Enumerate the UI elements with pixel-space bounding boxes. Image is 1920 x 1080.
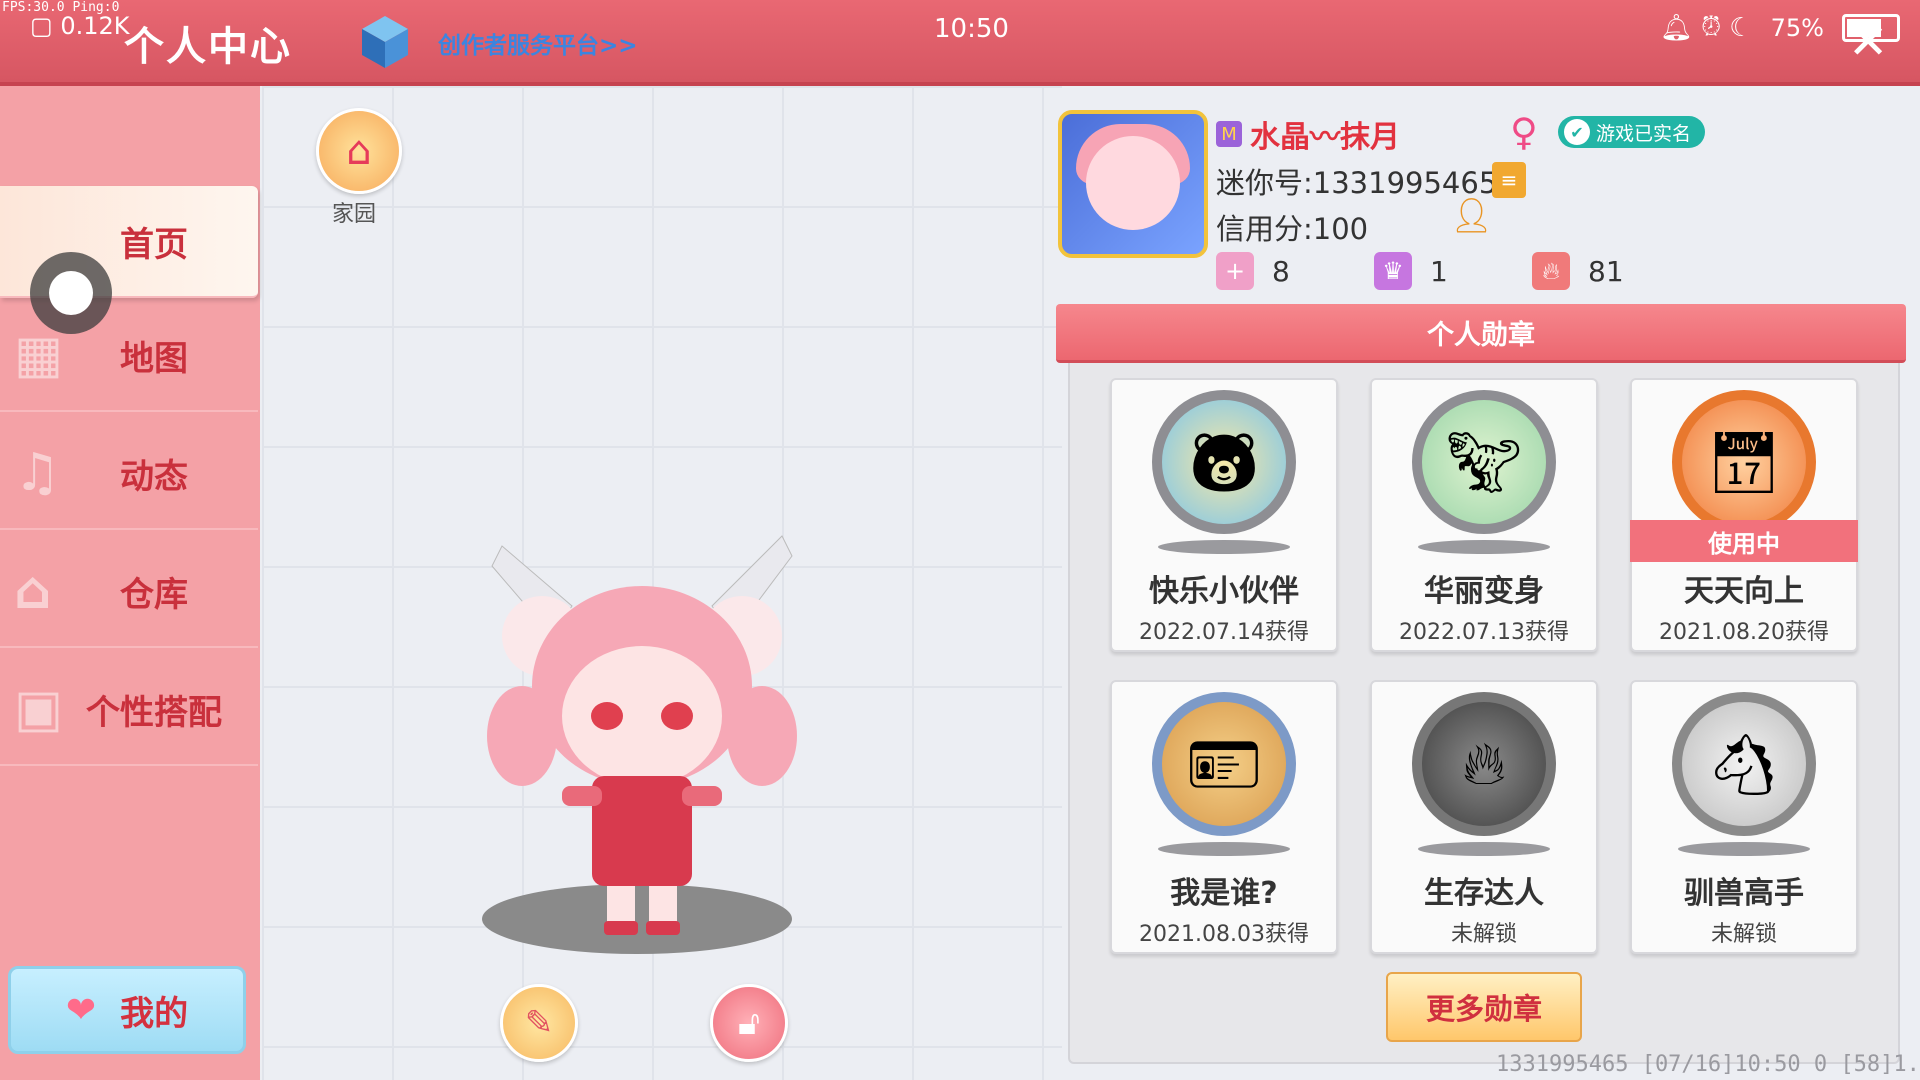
campfire-icon: 🔥︎ — [1412, 692, 1556, 836]
sidebar-item-label: 个性搭配 — [86, 692, 222, 733]
badge-date: 未解锁 — [1450, 922, 1517, 947]
network-speed: ▢ 0.12K — [30, 12, 130, 40]
calendar-check-icon: 📅︎ — [1672, 390, 1816, 534]
cube-icon[interactable] — [362, 16, 408, 68]
outfit-icon: ▣ — [14, 679, 64, 739]
badge-card-beast-tamer[interactable]: 🐴︎ 驯兽高手 未解锁 — [1630, 680, 1858, 954]
house-icon: ⌂ — [346, 128, 372, 174]
mine-button[interactable]: ❤ 我的 — [8, 966, 246, 1054]
sidebar-item-label: 地图 — [120, 338, 188, 379]
lock-button[interactable]: 🔓︎ — [710, 984, 788, 1062]
badge-card-survival-master[interactable]: 🔥︎ 生存达人 未解锁 — [1370, 680, 1598, 954]
nickname: 水晶〰抹月 — [1250, 120, 1400, 155]
bell-icon: ♫ — [14, 443, 61, 503]
more-badges-button[interactable]: 更多勋章 — [1386, 972, 1582, 1042]
badge-name: 生存达人 — [1424, 876, 1544, 911]
female-icon: ♀ — [1510, 110, 1538, 154]
badge-date: 2022.07.13获得 — [1399, 620, 1569, 645]
badge-card-transform[interactable]: 🦖︎ 华丽变身 2022.07.13获得 — [1370, 378, 1598, 652]
badge-date: 2021.08.03获得 — [1139, 922, 1309, 947]
badge-name: 快乐小伙伴 — [1149, 574, 1299, 609]
top-bar: FPS:30.0 Ping:0 ▢ 0.12K 个人中心 创作者服务平台>> 1… — [0, 0, 1920, 86]
id-card-icon: 🪪︎ — [1152, 692, 1296, 836]
badge-name: 我是谁? — [1170, 876, 1278, 911]
bell-icon: 🔔︎ — [1660, 12, 1694, 43]
friend-icon[interactable]: 👤︎ — [1450, 196, 1493, 236]
heart-icon: ❤ — [65, 989, 97, 1031]
unlock-icon: 🔓︎ — [737, 1003, 761, 1043]
profile-avatar[interactable] — [1058, 110, 1208, 258]
moon-icon: ☾ — [1729, 12, 1753, 43]
badge-name: 天天向上 — [1684, 574, 1804, 609]
page-title: 个人中心 — [124, 24, 292, 70]
bear-friends-icon: 🐻︎ — [1152, 390, 1296, 534]
clock: 10:50 — [934, 14, 1009, 44]
trophy-person-icon: ♛ — [1374, 252, 1412, 290]
horse-rider-icon: 🐴︎ — [1672, 692, 1816, 836]
house-icon: ⌂ — [14, 561, 52, 621]
sidebar: 首页 ▦ 地图 ♫ 动态 ⌂ 仓库 ▣ 个性搭配 ❤ 我的 — [0, 86, 260, 1080]
character-avatar[interactable] — [482, 526, 802, 946]
sidebar-item-label: 仓库 — [120, 574, 188, 615]
dino-mirror-icon: 🦖︎ — [1412, 390, 1556, 534]
badge-date: 2022.07.14获得 — [1139, 620, 1309, 645]
profile-stats: + 8 ♛ 1 🔥︎ 81 — [1216, 252, 1690, 290]
stat-item: ♛ 1 — [1374, 252, 1532, 290]
badge-card-happy-buddy[interactable]: 🐻︎ 快乐小伙伴 2022.07.14获得 — [1110, 378, 1338, 652]
badge-card-who-am-i[interactable]: 🪪︎ 我是谁? 2021.08.03获得 — [1110, 680, 1338, 954]
floating-assistive-ball[interactable] — [30, 252, 112, 334]
sidebar-item-label: 动态 — [120, 456, 188, 497]
stat-item: 🔥︎ 81 — [1532, 252, 1690, 290]
badge-name: 华丽变身 — [1424, 574, 1544, 609]
badge-date: 2021.08.20获得 — [1659, 620, 1829, 645]
footer-info: 1331995465 [07/16]10:50 0 [58]1.15.2 — [1496, 1052, 1920, 1077]
map-icon: ▦ — [14, 325, 64, 385]
avatar-stage: ⌂ 家园 ✎ 🔓︎ — [262, 86, 1062, 1080]
home-garden-label: 家园 — [332, 202, 377, 227]
flame-icon: 🔥︎ — [1532, 252, 1570, 290]
sidebar-item-warehouse[interactable]: ⌂ 仓库 — [0, 536, 258, 648]
network-icon: ▢ — [30, 12, 53, 40]
nickname-row: M 水晶〰抹月 — [1216, 112, 1400, 156]
sidebar-item-feed[interactable]: ♫ 动态 — [0, 418, 258, 530]
creator-platform-link[interactable]: 创作者服务平台>> — [438, 26, 638, 60]
in-use-label: 使用中 — [1630, 520, 1858, 562]
badge-date: 未解锁 — [1710, 922, 1777, 947]
alarm-icon: ⏰︎ — [1701, 12, 1722, 42]
sidebar-item-outfit[interactable]: ▣ 个性搭配 — [0, 654, 258, 766]
sidebar-item-label: 首页 — [120, 224, 188, 265]
stat-item: + 8 — [1216, 252, 1374, 290]
verified-badge: ✔ 游戏已实名 — [1558, 116, 1706, 148]
battery-percent: 75% — [1770, 13, 1824, 42]
badge-name: 驯兽高手 — [1684, 876, 1804, 911]
badge-panel-header: 个人勋章 — [1056, 304, 1906, 363]
person-check-icon: ✔ — [1564, 119, 1590, 145]
plus-flag-icon: + — [1216, 252, 1254, 290]
edit-button[interactable]: ✎ — [500, 984, 578, 1062]
close-icon[interactable]: ✕ — [1848, 14, 1888, 70]
credit-score: 信用分:100 — [1216, 212, 1369, 246]
copy-icon[interactable]: ≡ — [1492, 162, 1526, 198]
home-garden-button[interactable]: ⌂ — [316, 108, 402, 194]
pencil-icon: ✎ — [524, 1003, 554, 1043]
badge-card-daily-progress[interactable]: 📅︎ 使用中 天天向上 2021.08.20获得 — [1630, 378, 1858, 652]
vip-icon: M — [1216, 121, 1242, 147]
